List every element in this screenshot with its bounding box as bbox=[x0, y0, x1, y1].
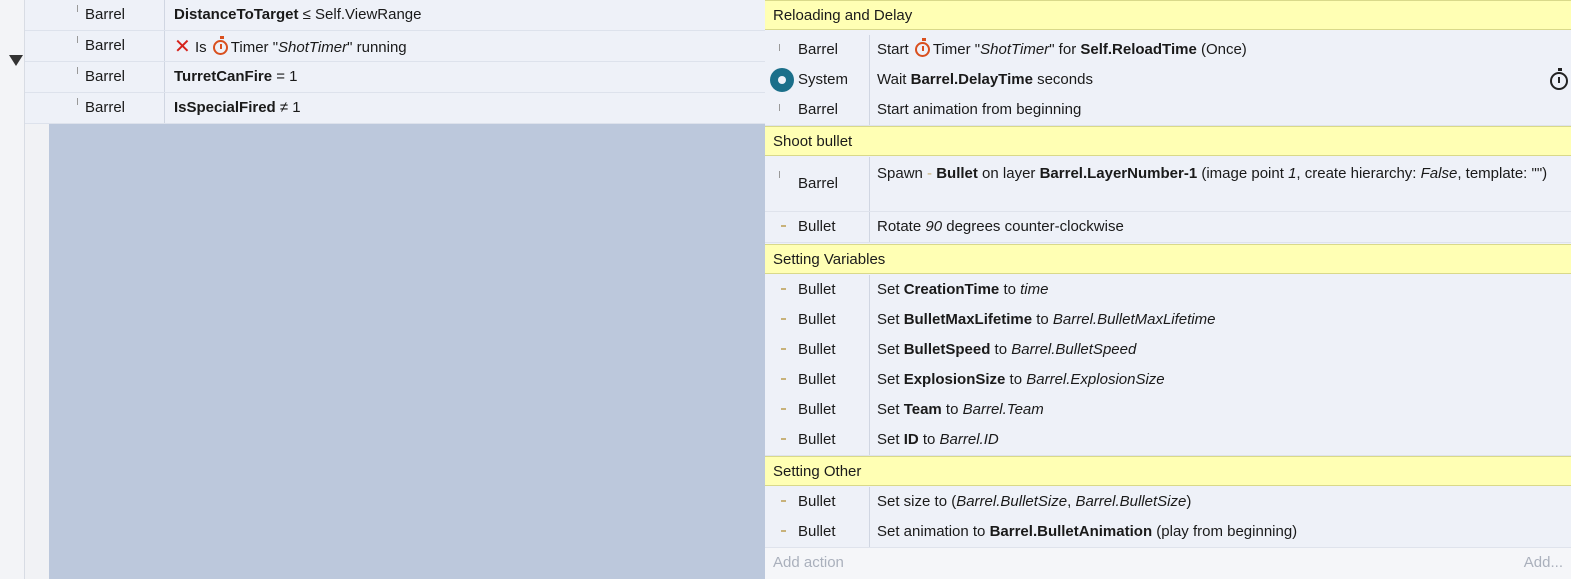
condition-row[interactable]: Barrel DistanceToTarget ≤ Self.ViewRange bbox=[25, 0, 765, 31]
conditions-empty-area[interactable] bbox=[49, 124, 765, 579]
timer-icon bbox=[914, 38, 930, 57]
action-text: Set BulletSpeed to Barrel.BulletSpeed bbox=[877, 341, 1137, 358]
actions-panel: Reloading and Delay Barrel Start Timer "… bbox=[765, 0, 1571, 579]
action-object: Bullet bbox=[765, 395, 870, 425]
action-row[interactable]: Bullet Set size to (Barrel.BulletSize, B… bbox=[765, 487, 1571, 518]
condition-object: Barrel bbox=[63, 93, 165, 123]
action-text: Wait Barrel.DelayTime seconds bbox=[877, 71, 1093, 88]
action-text: Spawn ‐ Bullet on layer Barrel.LayerNumb… bbox=[877, 165, 1548, 182]
action-text: Set CreationTime to time bbox=[877, 281, 1049, 298]
condition-object: Barrel bbox=[63, 62, 165, 92]
action-text: Set animation to Barrel.BulletAnimation … bbox=[877, 523, 1298, 540]
action-object: Bullet bbox=[765, 212, 870, 242]
action-text: Start Timer "ShotTimer" for Self.ReloadT… bbox=[877, 38, 1247, 58]
action-row[interactable]: Bullet Set ExplosionSize to Barrel.Explo… bbox=[765, 365, 1571, 396]
action-row[interactable]: Bullet Set CreationTime to time bbox=[765, 275, 1571, 306]
group-reloading-and-delay[interactable]: Reloading and Delay bbox=[765, 0, 1571, 30]
group-shoot-bullet[interactable]: Shoot bullet bbox=[765, 126, 1571, 156]
action-row[interactable]: Bullet Set Team to Barrel.Team bbox=[765, 395, 1571, 426]
action-text: Set Team to Barrel.Team bbox=[877, 401, 1044, 418]
action-object: Bullet bbox=[765, 275, 870, 305]
action-object: Bullet bbox=[765, 365, 870, 395]
condition-row[interactable]: Barrel ✕ Is Timer "ShotTimer" running bbox=[25, 31, 765, 62]
condition-expression: IsSpecialFired ≠ 1 bbox=[174, 99, 301, 116]
action-object: Bullet bbox=[765, 487, 870, 517]
close-icon: ✕ bbox=[174, 36, 191, 58]
event-gutter bbox=[0, 0, 25, 579]
condition-row[interactable]: Barrel IsSpecialFired ≠ 1 bbox=[25, 93, 765, 124]
action-text: Set size to (Barrel.BulletSize, Barrel.B… bbox=[877, 493, 1192, 510]
gear-icon bbox=[772, 70, 792, 90]
action-row[interactable]: Barrel Start Timer "ShotTimer" for Self.… bbox=[765, 35, 1571, 66]
action-text: Set ID to Barrel.ID bbox=[877, 431, 999, 448]
conditions-panel: Barrel DistanceToTarget ≤ Self.ViewRange… bbox=[25, 0, 765, 124]
condition-expression: DistanceToTarget ≤ Self.ViewRange bbox=[174, 6, 422, 23]
action-object: System bbox=[765, 65, 870, 95]
group-setting-other[interactable]: Setting Other bbox=[765, 456, 1571, 486]
action-object: Bullet bbox=[765, 305, 870, 335]
group-setting-variables[interactable]: Setting Variables bbox=[765, 244, 1571, 274]
action-row[interactable]: Bullet Rotate 90 degrees counter-clockwi… bbox=[765, 212, 1571, 243]
condition-expression: ✕ Is Timer "ShotTimer" running bbox=[174, 36, 407, 58]
action-row[interactable]: Bullet Set animation to Barrel.BulletAni… bbox=[765, 517, 1571, 548]
action-text: Set BulletMaxLifetime to Barrel.BulletMa… bbox=[877, 311, 1216, 328]
action-object: Bullet bbox=[765, 425, 870, 455]
action-row[interactable]: Bullet Set ID to Barrel.ID bbox=[765, 425, 1571, 456]
action-row[interactable]: Bullet Set BulletSpeed to Barrel.BulletS… bbox=[765, 335, 1571, 366]
action-object: Bullet bbox=[765, 335, 870, 365]
action-text: Start animation from beginning bbox=[877, 101, 1082, 118]
condition-row[interactable]: Barrel TurretCanFire = 1 bbox=[25, 62, 765, 93]
action-text: Set ExplosionSize to Barrel.ExplosionSiz… bbox=[877, 371, 1165, 388]
timer-icon bbox=[212, 36, 228, 55]
condition-object: Barrel bbox=[63, 0, 165, 30]
condition-expression: TurretCanFire = 1 bbox=[174, 68, 298, 85]
action-row[interactable]: System Wait Barrel.DelayTime seconds bbox=[765, 65, 1571, 96]
action-row[interactable]: Bullet Set BulletMaxLifetime to Barrel.B… bbox=[765, 305, 1571, 336]
action-row[interactable]: Barrel Spawn ‐ Bullet on layer Barrel.La… bbox=[765, 157, 1571, 212]
action-object: Barrel bbox=[765, 95, 870, 125]
action-object: Barrel bbox=[765, 35, 870, 65]
action-object: Barrel bbox=[765, 157, 870, 211]
add-action-row: Add action Add... bbox=[765, 548, 1571, 579]
action-text: Rotate 90 degrees counter-clockwise bbox=[877, 218, 1124, 235]
collapse-arrow-icon[interactable] bbox=[9, 55, 23, 66]
action-object: Bullet bbox=[765, 517, 870, 547]
stopwatch-icon[interactable] bbox=[1550, 68, 1568, 90]
add-more-link[interactable]: Add... bbox=[1524, 548, 1563, 578]
action-row[interactable]: Barrel Start animation from beginning bbox=[765, 95, 1571, 126]
add-action-link[interactable]: Add action bbox=[773, 548, 844, 578]
condition-object: Barrel bbox=[63, 31, 165, 61]
